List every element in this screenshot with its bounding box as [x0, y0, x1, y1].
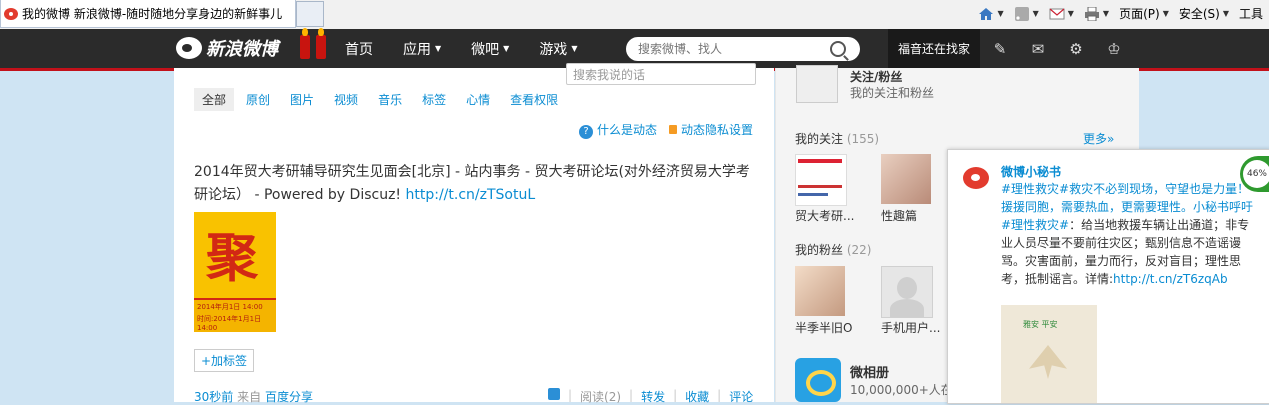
- more-following-link[interactable]: 更多»: [1083, 130, 1114, 147]
- avatar[interactable]: [795, 266, 845, 316]
- browser-tab-title: 我的微博 新浪微博-随时随地分享身边的新鲜事儿: [22, 7, 283, 21]
- album-title[interactable]: 微相册: [850, 362, 889, 381]
- page-menu[interactable]: 页面(P) ▼: [1119, 5, 1169, 22]
- my-posts-search[interactable]: 搜索我说的话: [566, 63, 756, 85]
- printer-icon: [1084, 6, 1099, 21]
- home-icon: [979, 7, 994, 20]
- filter-video[interactable]: 视频: [326, 88, 366, 111]
- following-name[interactable]: 贸大考研...: [795, 207, 854, 224]
- lock-icon: [669, 125, 678, 134]
- feeds-button[interactable]: ▼: [1014, 6, 1039, 21]
- popup-image[interactable]: 雅安 平安: [1001, 305, 1097, 403]
- reads-count: 阅读(2): [580, 390, 622, 404]
- filter-images[interactable]: 图片: [282, 88, 322, 111]
- nav-weiba[interactable]: 微吧 ▼: [471, 39, 509, 59]
- weibo-logo[interactable]: 新浪微博: [176, 35, 278, 61]
- crown-icon[interactable]: ♔: [1106, 41, 1122, 57]
- browser-toolbar: 我的微博 新浪微博-随时随地分享身边的新鲜事儿 ▼ ▼ ▼ ▼ 页面(P) ▼ 安…: [0, 0, 1269, 30]
- browser-tab[interactable]: 我的微博 新浪微博-随时随地分享身边的新鲜事儿: [0, 0, 296, 28]
- filter-original[interactable]: 原创: [238, 88, 278, 111]
- message-icon[interactable]: ✉: [1030, 41, 1046, 57]
- settings-gear-icon[interactable]: ⚙: [1068, 41, 1084, 57]
- avatar[interactable]: [881, 154, 931, 204]
- nav-icon-group: ✎ ✉ ⚙ ♔: [992, 29, 1122, 68]
- nav-games[interactable]: 游戏 ▼: [539, 39, 577, 59]
- fans-heading[interactable]: 我的粉丝 (22): [795, 241, 871, 258]
- filter-music[interactable]: 音乐: [370, 88, 410, 111]
- following-heading[interactable]: 我的关注 (155): [795, 130, 879, 147]
- notification-popup[interactable]: 微博小秘书 #理性救灾#救灾不必到现场，守望也是力量！援援同胞，需要热血，更需要…: [947, 149, 1269, 404]
- filter-mood[interactable]: 心情: [458, 88, 498, 111]
- popup-body: #理性救灾#救灾不必到现场，守望也是力量！援援同胞，需要热血，更需要理性。小秘书…: [1001, 182, 1254, 286]
- feed-filter-tabs: 全部 原创 图片 视频 音乐 标签 心情 查看权限: [194, 88, 570, 111]
- fan-name[interactable]: 手机用户...: [881, 319, 940, 336]
- like-icon[interactable]: [548, 388, 560, 400]
- avatar[interactable]: [795, 154, 847, 206]
- album-app-icon[interactable]: [795, 358, 841, 402]
- filter-permissions[interactable]: 查看权限: [502, 88, 566, 111]
- forward-button[interactable]: 转发: [641, 388, 665, 405]
- post-text: 2014年贸大考研辅导研究生见面会[北京] - 站内事务 - 贸大考研论坛(对外…: [194, 164, 750, 203]
- mail-icon: [1049, 8, 1065, 19]
- post-meta: 30秒前 来自 百度分享: [194, 390, 313, 404]
- comment-button[interactable]: 评论: [729, 388, 753, 405]
- print-button[interactable]: ▼: [1084, 6, 1109, 21]
- weibo-search-input[interactable]: [636, 41, 830, 57]
- candle-decoration-icon: [316, 28, 326, 59]
- follow-thumbnail: [796, 65, 838, 103]
- weibo-search: [626, 37, 860, 61]
- post-short-link[interactable]: http://t.cn/zTSotuL: [406, 187, 536, 203]
- weibo-favicon-icon: [4, 7, 18, 20]
- compose-icon[interactable]: ✎: [992, 41, 1008, 57]
- post-actions: | 阅读(2) | 转发 | 收藏 | 评论: [548, 388, 753, 405]
- caret-down-icon: ▼: [503, 44, 510, 53]
- username-link[interactable]: 福音还在找家: [888, 29, 980, 68]
- filter-all[interactable]: 全部: [194, 88, 235, 111]
- caret-down-icon: ▼: [571, 44, 578, 53]
- popup-link[interactable]: http://t.cn/zT6zqAb: [1113, 272, 1228, 286]
- candle-decoration-icon: [300, 28, 310, 59]
- filter-tags[interactable]: 标签: [414, 88, 454, 111]
- tools-menu[interactable]: 工具: [1239, 5, 1263, 22]
- default-avatar-icon[interactable]: [881, 266, 933, 318]
- privacy-settings-link[interactable]: 动态隐私设置: [669, 121, 753, 139]
- paper-crane-icon: [1029, 345, 1067, 379]
- feed-help-row: ? 什么是动态 动态隐私设置: [579, 121, 753, 139]
- progress-badge[interactable]: 46%: [1240, 156, 1269, 192]
- nav-apps[interactable]: 应用 ▼: [403, 39, 441, 59]
- caret-down-icon: ▼: [435, 44, 442, 53]
- what-is-status-link[interactable]: ? 什么是动态: [579, 121, 657, 139]
- weibo-logo-icon: [963, 167, 989, 189]
- safety-menu[interactable]: 安全(S) ▼: [1179, 5, 1229, 22]
- home-button[interactable]: ▼: [978, 7, 1004, 21]
- follow-summary[interactable]: 关注/粉丝 我的关注和粉丝: [796, 65, 1136, 104]
- new-tab-button[interactable]: [296, 1, 324, 27]
- mail-button[interactable]: ▼: [1049, 7, 1074, 21]
- question-icon: ?: [579, 125, 593, 139]
- following-name[interactable]: 性趣篇: [881, 207, 917, 224]
- add-tag-button[interactable]: +加标签: [194, 349, 255, 372]
- nav-home[interactable]: 首页: [345, 39, 373, 59]
- rss-icon: [1014, 6, 1029, 21]
- popup-title[interactable]: 微博小秘书: [1001, 163, 1061, 180]
- search-icon[interactable]: [830, 41, 846, 57]
- feed-column: 搜索我说的话 全部 原创 图片 视频 音乐 标签 心情 查看权限 ? 什么是动态 …: [174, 63, 774, 405]
- fan-name[interactable]: 半季半旧O: [795, 319, 852, 336]
- favorite-button[interactable]: 收藏: [685, 388, 709, 405]
- post-image[interactable]: 聚 2014年月1日 14:00 时间:2014年1月1日 14:00: [194, 212, 276, 332]
- browser-command-bar: ▼ ▼ ▼ ▼ 页面(P) ▼ 安全(S) ▼ 工具: [978, 0, 1269, 27]
- weibo-eye-icon: [176, 37, 202, 59]
